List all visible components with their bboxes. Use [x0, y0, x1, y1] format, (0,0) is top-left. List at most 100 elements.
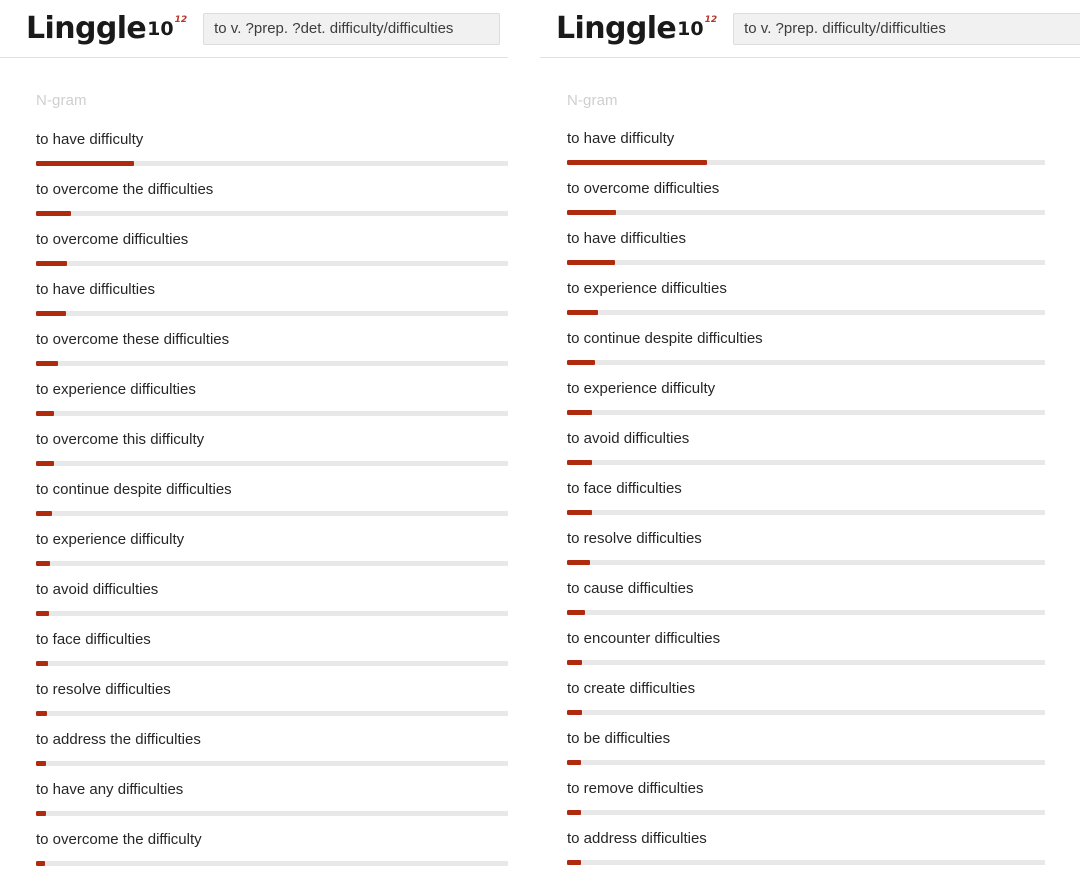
frequency-bar-fill: [36, 211, 72, 216]
ngram-label: to encounter difficulties: [567, 630, 721, 647]
ngram-label: to continue despite difficulties: [567, 330, 763, 347]
ngram-row[interactable]: to avoid difficulties: [36, 581, 508, 631]
frequency-bar-fill: [567, 610, 586, 615]
ngram-row[interactable]: to encounter difficulties: [567, 630, 1080, 680]
panel-divider: [508, 0, 540, 886]
ngram-label: to resolve difficulties: [567, 530, 702, 547]
results-list-right: N-gram to have difficulty to overcome dif…: [540, 58, 1080, 880]
frequency-bar-track: [36, 661, 508, 666]
frequency-bar-fill: [36, 761, 47, 766]
ngram-row[interactable]: to overcome the difficulties: [36, 181, 508, 231]
ngram-label: to have difficulty: [567, 130, 675, 147]
ngram-label: to address the difficulties: [36, 731, 201, 748]
frequency-bar-track: [567, 360, 1045, 365]
frequency-bar-fill: [36, 561, 50, 566]
ngram-row[interactable]: to overcome this difficulty: [36, 431, 508, 481]
ngram-label: to experience difficulty: [567, 380, 716, 397]
column-header-ngram-left: N-gram: [36, 92, 87, 109]
frequency-bar-track: [567, 860, 1045, 865]
frequency-bar-track: [36, 311, 508, 316]
ngram-row[interactable]: to be difficulties: [567, 730, 1080, 780]
ngram-rows-right: to have difficulty to overcome difficulti…: [567, 130, 1080, 880]
frequency-bar-track: [567, 810, 1045, 815]
frequency-bar-track: [567, 310, 1045, 315]
frequency-bar-fill: [36, 661, 48, 666]
frequency-bar-fill: [567, 310, 598, 315]
ngram-label: to overcome this difficulty: [36, 431, 205, 448]
ngram-label: to experience difficulties: [567, 280, 727, 297]
ngram-row[interactable]: to continue despite difficulties: [567, 330, 1080, 380]
frequency-bar-fill: [36, 511, 52, 516]
ngram-row[interactable]: to create difficulties: [567, 680, 1080, 730]
linggle-logo[interactable]: Linggle 10 12: [26, 12, 188, 45]
ngram-row[interactable]: to have difficulties: [567, 230, 1080, 280]
ngram-label: to have difficulty: [36, 131, 144, 148]
frequency-bar-track: [567, 160, 1045, 165]
ngram-label: to overcome the difficulty: [36, 831, 202, 848]
ngram-row[interactable]: to resolve difficulties: [36, 681, 508, 731]
ngram-row[interactable]: to cause difficulties: [567, 580, 1080, 630]
ngram-row[interactable]: to continue despite difficulties: [36, 481, 508, 531]
results-list-left: N-gram to have difficulty to overcome the…: [0, 58, 508, 881]
ngram-row[interactable]: to have difficulty: [36, 131, 508, 181]
frequency-bar-fill: [567, 210, 617, 215]
frequency-bar-track: [36, 361, 508, 366]
frequency-bar-track: [567, 610, 1045, 615]
ngram-row[interactable]: to experience difficulties: [567, 280, 1080, 330]
ngram-row[interactable]: to experience difficulty: [567, 380, 1080, 430]
logo-exponent: 12: [174, 14, 188, 25]
ngram-row[interactable]: to overcome these difficulties: [36, 331, 508, 381]
query-panel-right: Linggle 10 12 to v. ?prep. difficulty/di…: [540, 0, 1080, 886]
frequency-bar-track: [36, 761, 508, 766]
frequency-bar-fill: [567, 810, 581, 815]
ngram-label: to cause difficulties: [567, 580, 694, 597]
ngram-row[interactable]: to experience difficulty: [36, 531, 508, 581]
logo-exponent: 12: [704, 14, 718, 25]
ngram-label: to have difficulties: [36, 281, 155, 298]
frequency-bar-fill: [567, 560, 591, 565]
frequency-bar-track: [567, 410, 1045, 415]
ngram-label: to avoid difficulties: [36, 581, 159, 598]
search-input-left[interactable]: to v. ?prep. ?det. difficulty/difficulti…: [203, 12, 500, 45]
ngram-label: to have difficulties: [567, 230, 686, 247]
ngram-row[interactable]: to address the difficulties: [36, 731, 508, 781]
linggle-logo[interactable]: Linggle 10 12: [556, 12, 718, 45]
frequency-bar-track: [567, 460, 1045, 465]
ngram-label: to overcome difficulties: [567, 180, 720, 197]
ngram-row[interactable]: to remove difficulties: [567, 780, 1080, 830]
frequency-bar-track: [567, 560, 1045, 565]
ngram-row[interactable]: to face difficulties: [36, 631, 508, 681]
ngram-row[interactable]: to resolve difficulties: [567, 530, 1080, 580]
search-input-value-right: to v. ?prep. difficulty/difficulties: [744, 20, 946, 37]
ngram-row[interactable]: to face difficulties: [567, 480, 1080, 530]
frequency-bar-fill: [567, 460, 592, 465]
frequency-bar-track: [567, 210, 1045, 215]
ngram-label: to face difficulties: [567, 480, 682, 497]
dual-query-comparison-view: Linggle 10 12 to v. ?prep. ?det. difficu…: [0, 0, 1080, 886]
ngram-row[interactable]: to have difficulties: [36, 281, 508, 331]
ngram-row[interactable]: to overcome difficulties: [567, 180, 1080, 230]
frequency-bar-fill: [567, 660, 582, 665]
panel-header-right: Linggle 10 12 to v. ?prep. difficulty/di…: [540, 0, 1080, 58]
ngram-row[interactable]: to overcome difficulties: [36, 231, 508, 281]
frequency-bar-track: [36, 261, 508, 266]
frequency-bar-track: [36, 611, 508, 616]
frequency-bar-track: [36, 511, 508, 516]
ngram-label: to face difficulties: [36, 631, 151, 648]
query-panel-left: Linggle 10 12 to v. ?prep. ?det. difficu…: [0, 0, 508, 886]
ngram-row[interactable]: to address difficulties: [567, 830, 1080, 880]
ngram-label: to remove difficulties: [567, 780, 704, 797]
ngram-row[interactable]: to avoid difficulties: [567, 430, 1080, 480]
ngram-label: to overcome the difficulties: [36, 181, 214, 198]
frequency-bar-fill: [36, 361, 59, 366]
frequency-bar-fill: [567, 410, 592, 415]
ngram-row[interactable]: to have difficulty: [567, 130, 1080, 180]
ngram-row[interactable]: to have any difficulties: [36, 781, 508, 831]
ngram-label: to address difficulties: [567, 830, 707, 847]
panel-header-left: Linggle 10 12 to v. ?prep. ?det. difficu…: [0, 0, 508, 58]
frequency-bar-track: [567, 760, 1045, 765]
search-input-right[interactable]: to v. ?prep. difficulty/difficulties: [733, 12, 1080, 45]
ngram-row[interactable]: to overcome the difficulty: [36, 831, 508, 881]
ngram-row[interactable]: to experience difficulties: [36, 381, 508, 431]
search-input-value-left: to v. ?prep. ?det. difficulty/difficulti…: [214, 20, 454, 37]
